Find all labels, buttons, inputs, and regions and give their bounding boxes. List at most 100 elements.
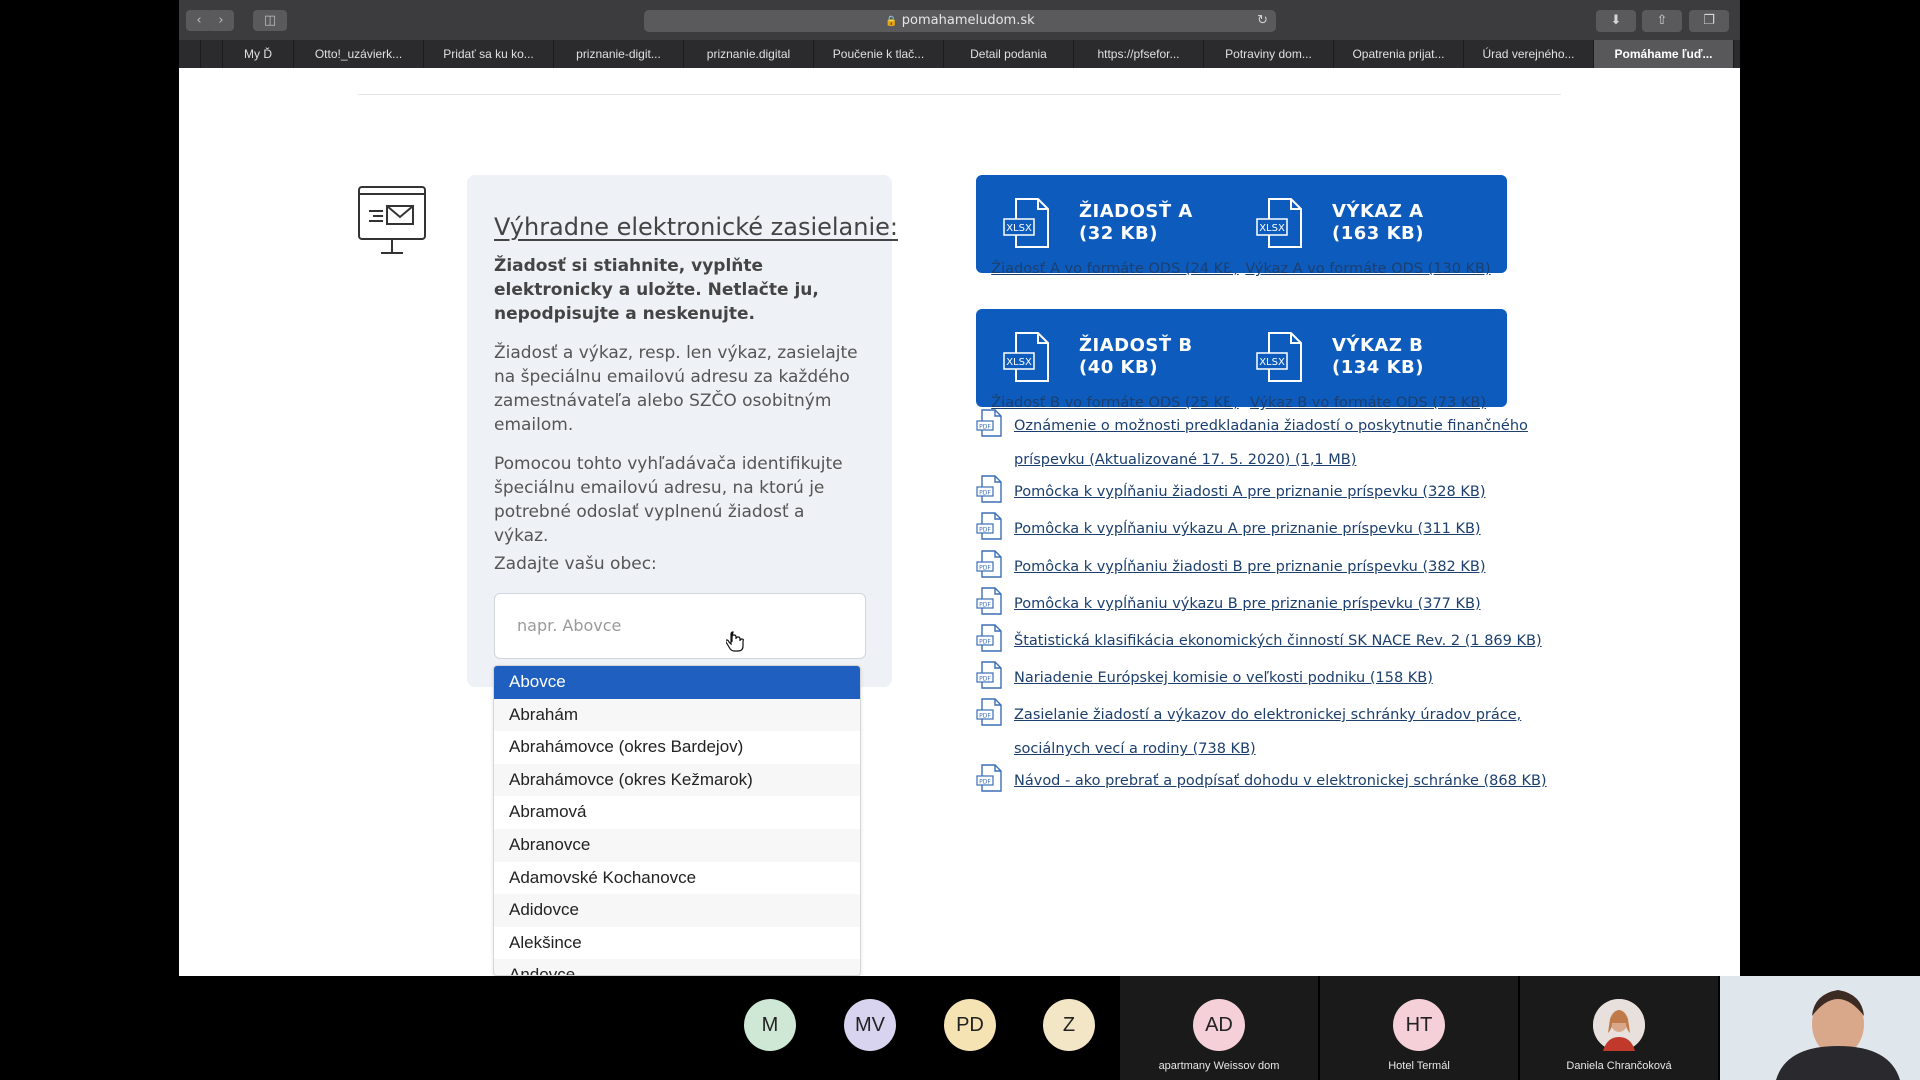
tab-10[interactable]: Úrad verejného... [1464, 40, 1594, 68]
participant-name: Hotel Termál [1388, 1060, 1450, 1072]
municipality-search-input[interactable]: napr. Abovce [494, 593, 866, 659]
user-photo-icon [1593, 999, 1645, 1051]
participant-avatar: HT [1393, 999, 1445, 1051]
download-size: (40 KB) [1079, 357, 1158, 378]
participant-avatar[interactable]: MV [844, 999, 896, 1051]
download-size: (32 KB) [1079, 223, 1158, 244]
pdf-download-link[interactable]: Pomôcka k vypĺňaniu žiadosti B pre prizn… [1014, 550, 1574, 584]
dropdown-option[interactable]: Abrahámovce (okres Kežmarok) [494, 763, 860, 797]
participant-tile[interactable]: HT Hotel Termál [1320, 976, 1518, 1080]
participant-avatar[interactable]: PD [944, 999, 996, 1051]
participant-tile[interactable]: AD apartmany Weissov dom [1120, 976, 1318, 1080]
svg-text:PDF: PDF [979, 565, 991, 572]
new-tab-button[interactable]: + [1734, 40, 1740, 68]
pdf-download-link[interactable]: Pomôcka k vypĺňaniu výkazu B pre priznan… [1014, 587, 1574, 621]
tab-9[interactable]: Opatrenia prijat... [1334, 40, 1464, 68]
dropdown-option[interactable]: Abrahámovce (okres Bardejov) [494, 731, 860, 764]
sidebar-toggle-icon[interactable]: ◫ [253, 10, 287, 31]
svg-text:XLSX: XLSX [1006, 357, 1032, 368]
tab-2[interactable]: Pridať sa ku ko... [424, 40, 554, 68]
address-bar[interactable]: 🔒 pomahameludom.sk ↻ [644, 10, 1276, 32]
panel-paragraph-1: Žiadosť a výkaz, resp. len výkaz, zasiel… [494, 343, 858, 435]
participant-name: Daniela Chrančoková [1566, 1060, 1672, 1072]
download-button-1[interactable]: XLSX VÝKAZ A (163 KB) [1229, 175, 1507, 273]
participant-avatar: AD [1193, 999, 1245, 1051]
share-icon[interactable]: ⇧ [1642, 10, 1682, 32]
download-button-3[interactable]: XLSX VÝKAZ B (134 KB) [1229, 309, 1507, 407]
svg-text:PDF: PDF [979, 639, 991, 646]
tabs-overview-icon[interactable]: ❐ [1689, 10, 1729, 32]
tab-8[interactable]: Potraviny dom... [1204, 40, 1334, 68]
panel-title: Výhradne elektronické zasielanie: [494, 213, 898, 241]
screen: ‹ › ◫ 🔒 pomahameludom.sk ↻ ⬇ ⇧ ❐ My Ď Otto… [0, 0, 1920, 1080]
participant-tile[interactable]: Daniela Chrančoková [1520, 976, 1718, 1080]
download-icon[interactable]: ⬇ [1596, 10, 1636, 32]
tab-7[interactable]: https://pfsefor... [1074, 40, 1204, 68]
participant-avatar[interactable]: Z [1043, 999, 1095, 1051]
svg-text:PDF: PDF [979, 490, 991, 497]
svg-text:PDF: PDF [979, 424, 991, 431]
pdf-file-icon: PDF [976, 475, 1002, 503]
tab-3[interactable]: priznanie-digit... [554, 40, 684, 68]
svg-text:PDF: PDF [979, 602, 991, 609]
tab-6[interactable]: Detail podania [944, 40, 1074, 68]
municipality-dropdown[interactable]: Abovce Abrahám Abrahámovce (okres Bardejov… [493, 665, 861, 976]
tab-pinned[interactable] [179, 40, 201, 68]
svg-text:PDF: PDF [979, 676, 991, 683]
participant-photo [1593, 999, 1645, 1051]
pdf-download-link[interactable]: Zasielanie žiadostí a výkazov do elektro… [1014, 698, 1574, 766]
web-page: Výhradne elektronické zasielanie: Žiados… [179, 68, 1740, 976]
pdf-download-link[interactable]: Nariadenie Európskej komisie o veľkosti … [1014, 661, 1574, 695]
municipality-label: Zadajte vašu obec: [494, 554, 657, 574]
tab-5[interactable]: Poučenie k tlač... [814, 40, 944, 68]
forward-button[interactable]: › [208, 10, 234, 31]
download-button-0[interactable]: XLSX ŽIADOSŤ A (32 KB) [976, 175, 1254, 273]
pdf-download-link[interactable]: Štatistická klasifikácia ekonomických či… [1014, 624, 1574, 658]
pdf-file-icon: PDF [976, 550, 1002, 578]
participant-video-icon [1720, 976, 1920, 1080]
monitor-mail-icon [358, 186, 426, 254]
pdf-file-icon: PDF [976, 409, 1002, 437]
dropdown-option[interactable]: Abranovce [494, 828, 860, 862]
pdf-download-link[interactable]: Pomôcka k vypĺňaniu žiadosti A pre prizn… [1014, 475, 1574, 509]
svg-text:PDF: PDF [979, 527, 991, 534]
dropdown-option[interactable]: Alekšince [494, 927, 860, 960]
download-title: ŽIADOSŤ A [1079, 201, 1193, 222]
reload-icon[interactable]: ↻ [1257, 10, 1268, 32]
dropdown-option[interactable]: Abrahám [494, 698, 860, 732]
participant-name: apartmany Weissov dom [1158, 1060, 1280, 1072]
xlsx-file-icon: XLSX [1003, 332, 1049, 382]
pdf-download-link[interactable]: Návod - ako prebrať a podpísať dohodu v … [1014, 764, 1574, 798]
browser-titlebar: ‹ › ◫ 🔒 pomahameludom.sk ↻ ⬇ ⇧ ❐ [179, 0, 1740, 40]
dropdown-option[interactable]: Abovce [494, 666, 860, 699]
tab-4[interactable]: priznanie.digital [684, 40, 814, 68]
pdf-download-link[interactable]: Pomôcka k vypĺňaniu výkazu A pre priznan… [1014, 512, 1574, 546]
dropdown-option[interactable]: Abramová [494, 796, 860, 829]
participant-avatar[interactable]: M [744, 999, 796, 1051]
divider [358, 94, 1561, 95]
panel-instructions-bold: Žiadosť si stiahnite, vyplňte elektronic… [494, 256, 819, 324]
download-size: (134 KB) [1332, 357, 1424, 378]
dropdown-option[interactable]: Andovce [494, 959, 860, 975]
download-title: VÝKAZ B [1332, 335, 1424, 356]
download-button-2[interactable]: XLSX ŽIADOSŤ B (40 KB) [976, 309, 1254, 407]
svg-text:PDF: PDF [979, 713, 991, 720]
pdf-download-link[interactable]: Oznámenie o možnosti predkladania žiados… [1014, 409, 1574, 477]
download-title: ŽIADOSŤ B [1079, 335, 1193, 356]
pdf-file-icon: PDF [976, 512, 1002, 540]
svg-text:PDF: PDF [979, 779, 991, 786]
tab-0[interactable]: My Ď [223, 40, 294, 68]
lock-icon: 🔒 [885, 16, 898, 27]
dropdown-option[interactable]: Adidovce [494, 894, 860, 927]
tab-pinned[interactable] [201, 40, 223, 68]
tab-11[interactable]: Pomáhame ľuď... [1594, 40, 1734, 68]
xlsx-file-icon: XLSX [1256, 332, 1302, 382]
xlsx-file-icon: XLSX [1003, 198, 1049, 248]
ods-download-link[interactable]: Výkaz A vo formáte ODS (130 KB) [1229, 261, 1507, 277]
svg-text:XLSX: XLSX [1259, 357, 1285, 368]
svg-text:XLSX: XLSX [1259, 223, 1285, 234]
tab-1[interactable]: Otto!_uzávierk... [294, 40, 424, 68]
ods-download-link[interactable]: Žiadosť A vo formáte ODS (24 KB) [976, 261, 1254, 277]
tab-bar: My Ď Otto!_uzávierk... Pridať sa ku ko... p… [179, 40, 1740, 68]
dropdown-option[interactable]: Adamovské Kochanovce [494, 862, 860, 895]
